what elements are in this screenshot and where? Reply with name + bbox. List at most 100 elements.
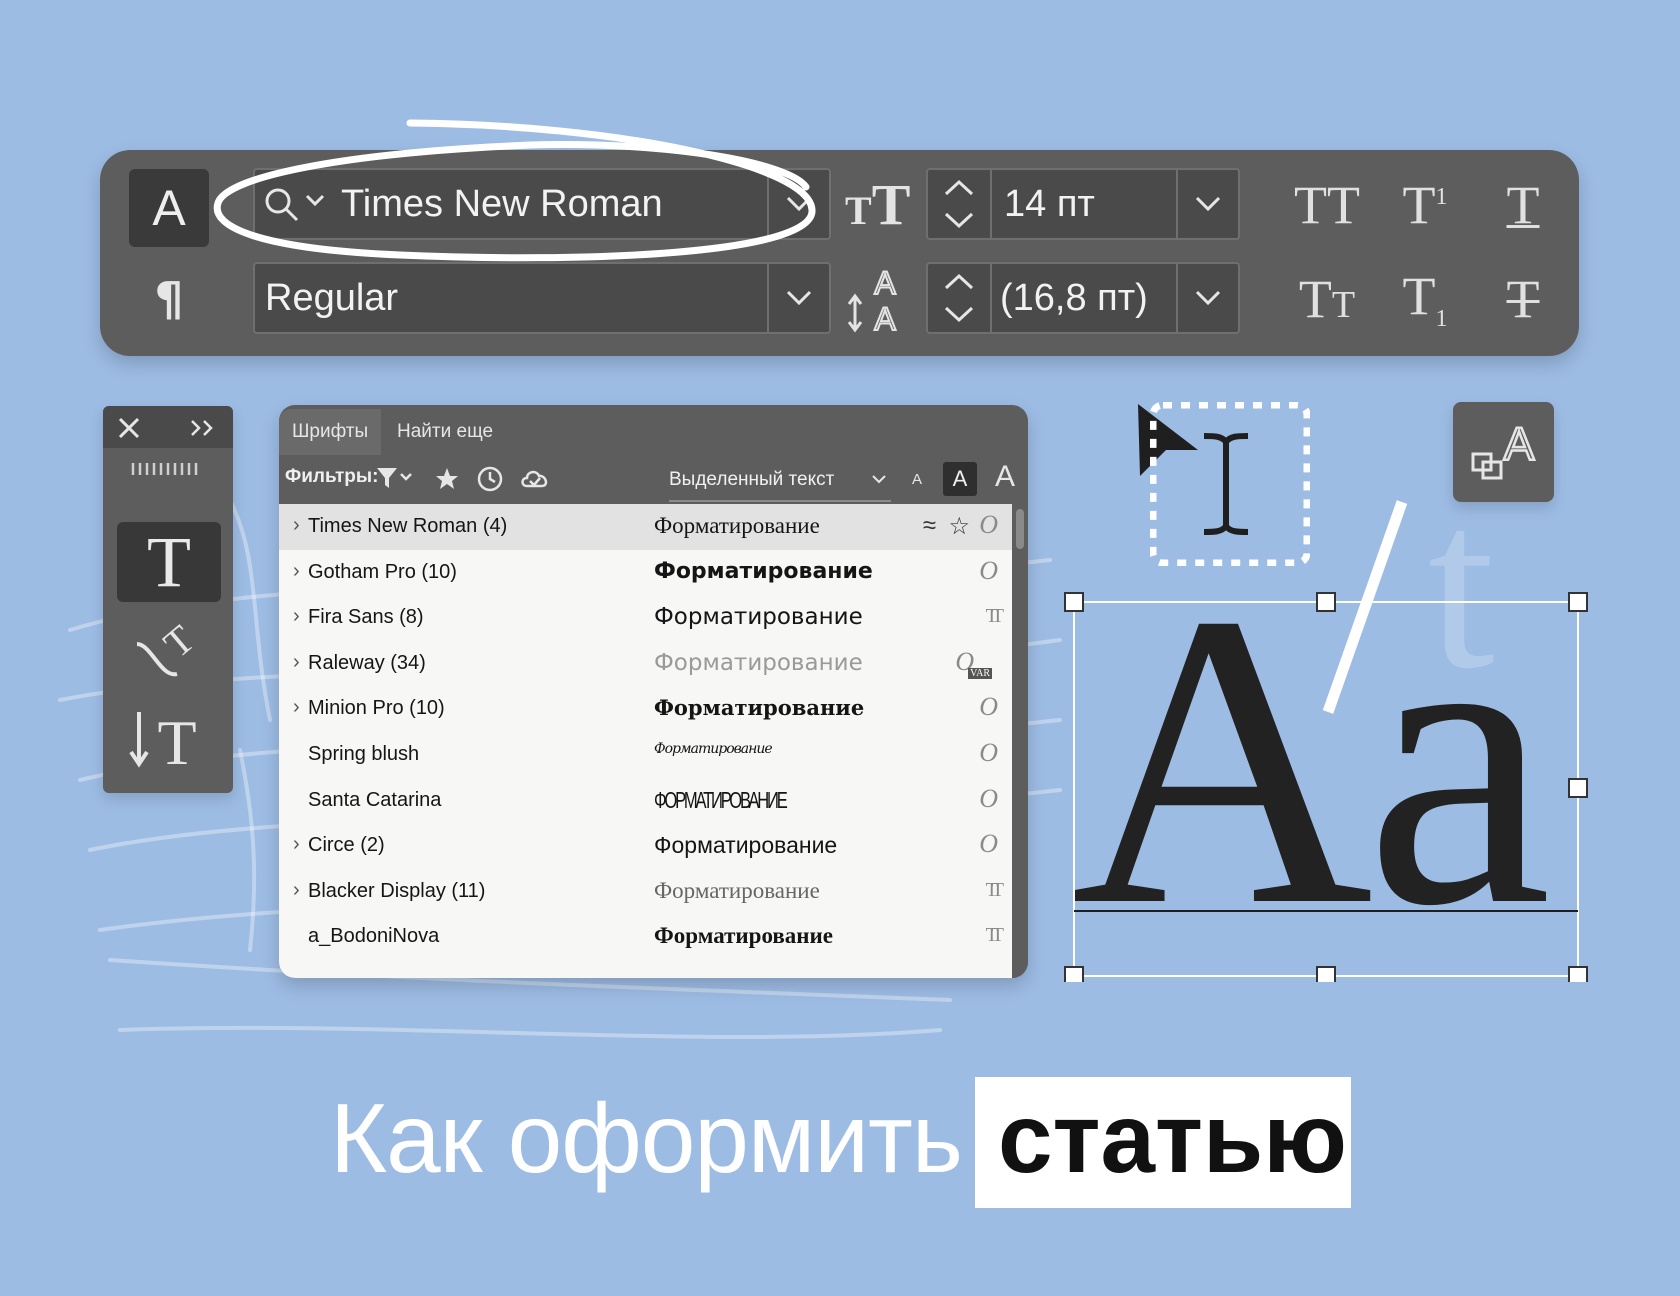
type-on-path-tool-icon[interactable]: T bbox=[133, 614, 207, 682]
font-size-icon: TT bbox=[845, 172, 911, 237]
subscript-icon: T1 bbox=[1402, 266, 1448, 332]
font-name: Times New Roman (4) bbox=[308, 515, 508, 537]
font-list-row[interactable]: Spring blush Форматирование O bbox=[279, 732, 1012, 778]
tab-fonts[interactable]: Шрифты bbox=[279, 409, 382, 455]
leading-stepper[interactable] bbox=[928, 264, 992, 332]
paragraph-formatting-button[interactable]: ¶ bbox=[129, 260, 209, 338]
character-formatting-button[interactable]: A bbox=[129, 169, 209, 247]
recent-clock-icon[interactable] bbox=[476, 465, 504, 493]
grip-handle-icon[interactable] bbox=[131, 461, 203, 477]
opentype-icon: O bbox=[979, 829, 998, 859]
tab-find-more[interactable]: Найти еще bbox=[397, 409, 493, 455]
strikethrough-button[interactable]: T bbox=[1483, 264, 1563, 334]
fonts-panel: Шрифты Найти еще Фильтры: Выделенный тек… bbox=[279, 405, 1028, 978]
selection-handles bbox=[1064, 592, 1588, 982]
font-list-row[interactable]: a_BodoniNova Форматирование TT bbox=[279, 914, 1012, 960]
font-list-row[interactable]: › Blacker Display (11) Форматирование TT bbox=[279, 869, 1012, 915]
close-icon[interactable] bbox=[117, 416, 141, 440]
font-name: Santa Catarina bbox=[308, 788, 442, 811]
truetype-icon: TT bbox=[985, 605, 1005, 628]
font-list-row[interactable]: Santa Catarina ФОРМАТИРОВАНИЕ O bbox=[279, 778, 1012, 824]
underline-icon: T bbox=[1506, 175, 1540, 235]
font-list-row[interactable]: › Circe (2) Форматирование O bbox=[279, 823, 1012, 869]
chevron-right-icon[interactable]: › bbox=[293, 879, 300, 902]
type-tool-button[interactable]: T bbox=[117, 522, 221, 602]
tools-panel: T T T bbox=[103, 406, 233, 793]
svg-text:T: T bbox=[157, 707, 196, 772]
strikethrough-icon: T bbox=[1506, 269, 1540, 329]
underline-button[interactable]: T bbox=[1483, 170, 1563, 240]
font-name: a_BodoniNova bbox=[308, 925, 440, 948]
preview-size-small[interactable]: A bbox=[912, 471, 922, 488]
variable-font-icon: OVAR bbox=[955, 646, 992, 679]
font-list-scrollbar[interactable] bbox=[1012, 504, 1028, 978]
chevron-right-icon[interactable]: › bbox=[293, 696, 300, 719]
font-list-row[interactable]: › Minion Pro (10) Форматирование O bbox=[279, 686, 1012, 732]
favorites-star-icon[interactable] bbox=[434, 466, 460, 492]
preview-size-large[interactable]: A bbox=[995, 460, 1015, 494]
chevron-right-icon[interactable]: › bbox=[293, 605, 300, 628]
font-sample: Форматирование bbox=[654, 513, 820, 538]
leading-icon: A A bbox=[847, 264, 897, 334]
leading-value: (16,8 пт) bbox=[1000, 276, 1148, 319]
svg-text:A: A bbox=[1504, 418, 1535, 470]
chevron-right-icon[interactable]: › bbox=[293, 560, 300, 583]
font-list-row[interactable]: › Raleway (34) Форматирование OVAR bbox=[279, 641, 1012, 687]
opentype-icon: O bbox=[979, 510, 998, 539]
preview-size-medium[interactable]: A bbox=[943, 462, 977, 496]
superscript-button[interactable]: T1 bbox=[1385, 170, 1465, 240]
headline-light: Как оформить bbox=[330, 1083, 963, 1193]
all-caps-icon: TT bbox=[1294, 175, 1360, 235]
font-sample: Форматирование bbox=[654, 558, 873, 584]
opentype-icon: O bbox=[979, 692, 998, 722]
font-name: Fira Sans (8) bbox=[308, 606, 424, 629]
font-list-row[interactable]: › Times New Roman (4) Форматирование ≈ ☆ O bbox=[279, 504, 1012, 550]
opentype-icon: O bbox=[979, 783, 998, 813]
cloud-activated-icon[interactable] bbox=[519, 466, 551, 492]
font-list-row[interactable]: › Gotham Pro (10) Форматирование O bbox=[279, 550, 1012, 596]
tools-panel-header bbox=[103, 406, 233, 448]
preview-text-select[interactable]: Выделенный текст bbox=[669, 462, 891, 502]
vertical-type-tool-icon[interactable]: T bbox=[129, 706, 209, 772]
superscript-icon: T1 bbox=[1402, 175, 1448, 235]
font-sample: Форматирование bbox=[654, 649, 863, 676]
svg-text:T: T bbox=[155, 616, 203, 666]
font-sample: ФОРМАТИРОВАНИЕ bbox=[654, 786, 788, 813]
leading-chevron-down-icon[interactable] bbox=[1178, 264, 1238, 332]
chevron-right-icon[interactable]: › bbox=[293, 651, 300, 674]
font-sample: Форматирование bbox=[654, 877, 820, 903]
small-caps-button[interactable]: TT bbox=[1287, 264, 1367, 334]
truetype-icon: TT bbox=[985, 924, 1005, 947]
small-caps-icon: TT bbox=[1298, 269, 1356, 329]
stepper-arrows-icon bbox=[944, 273, 974, 323]
expand-panel-icon[interactable] bbox=[189, 418, 219, 438]
font-size-stepper[interactable] bbox=[928, 170, 992, 238]
chevron-right-icon[interactable]: › bbox=[293, 514, 300, 537]
chevron-right-icon[interactable]: › bbox=[293, 833, 300, 856]
font-size-field[interactable]: 14 пт bbox=[926, 168, 1240, 240]
font-list: › Times New Roman (4) Форматирование ≈ ☆ O › Go… bbox=[279, 504, 1012, 978]
headline-bold: статью bbox=[998, 1083, 1347, 1193]
font-sample: Форматирование bbox=[654, 604, 863, 631]
filter-funnel-icon[interactable] bbox=[375, 465, 415, 491]
subscript-button[interactable]: T1 bbox=[1385, 264, 1465, 334]
preview-text-value: Выделенный текст bbox=[669, 469, 835, 490]
chevron-down-icon bbox=[872, 475, 886, 484]
font-sample: Форматирование bbox=[654, 923, 834, 949]
opentype-icon: O bbox=[979, 738, 998, 767]
font-size-chevron-down-icon[interactable] bbox=[1178, 170, 1238, 238]
font-name: Raleway (34) bbox=[308, 651, 426, 674]
all-caps-button[interactable]: TT bbox=[1287, 170, 1367, 240]
font-sample: Форматирование bbox=[654, 741, 773, 757]
stepper-arrows-icon bbox=[944, 179, 974, 229]
font-name: Gotham Pro (10) bbox=[308, 560, 457, 583]
scrollbar-thumb[interactable] bbox=[1016, 509, 1024, 549]
leading-field[interactable]: (16,8 пт) bbox=[926, 262, 1240, 334]
truetype-icon: TT bbox=[985, 878, 1005, 901]
font-list-row[interactable]: › Fira Sans (8) Форматирование TT bbox=[279, 595, 1012, 641]
favorite-star-icon[interactable]: ☆ bbox=[948, 512, 970, 540]
opentype-icon: O bbox=[979, 555, 998, 585]
text-frame-selection[interactable] bbox=[1064, 592, 1600, 982]
character-icon: A bbox=[152, 180, 186, 236]
similar-fonts-icon[interactable]: ≈ bbox=[923, 512, 936, 540]
